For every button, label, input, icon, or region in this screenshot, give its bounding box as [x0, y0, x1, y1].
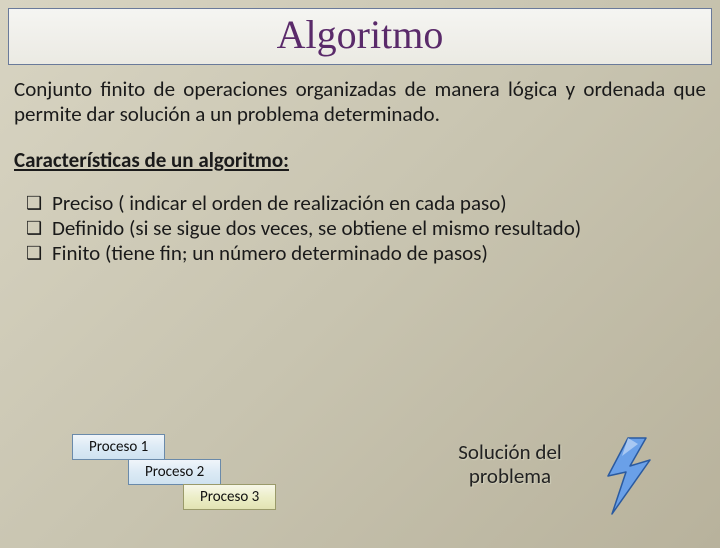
title-box: Algoritmo	[8, 8, 712, 65]
list-item: ❑ Finito (tiene fin; un número determina…	[26, 241, 706, 266]
lightning-icon	[598, 436, 668, 516]
list-item: ❑ Preciso ( indicar el orden de realizac…	[26, 191, 706, 216]
bullet-text: Preciso ( indicar el orden de realizació…	[52, 191, 706, 216]
list-item: ❑ Definido (si se sigue dos veces, se ob…	[26, 216, 706, 241]
content-area: Conjunto finito de operaciones organizad…	[0, 65, 720, 266]
diagram-area: Proceso 1 Proceso 2 Proceso 3 Solución d…	[0, 434, 720, 524]
solution-label: Solución del problema	[430, 440, 590, 488]
bullet-icon: ❑	[26, 241, 52, 265]
bullet-icon: ❑	[26, 216, 52, 240]
solution-line2: problema	[469, 463, 551, 489]
solution-line1: Solución del	[458, 439, 561, 465]
bullet-text: Finito (tiene fin; un número determinado…	[52, 241, 706, 266]
bullet-text: Definido (si se sigue dos veces, se obti…	[52, 216, 706, 241]
definition-text: Conjunto finito de operaciones organizad…	[14, 77, 706, 127]
process-box-2: Proceso 2	[128, 459, 221, 485]
subtitle: Características de un algoritmo:	[14, 147, 706, 173]
process-box-1: Proceso 1	[72, 434, 165, 460]
bullet-list: ❑ Preciso ( indicar el orden de realizac…	[26, 191, 706, 267]
bullet-icon: ❑	[26, 191, 52, 215]
page-title: Algoritmo	[9, 11, 711, 58]
process-box-3: Proceso 3	[183, 484, 276, 510]
